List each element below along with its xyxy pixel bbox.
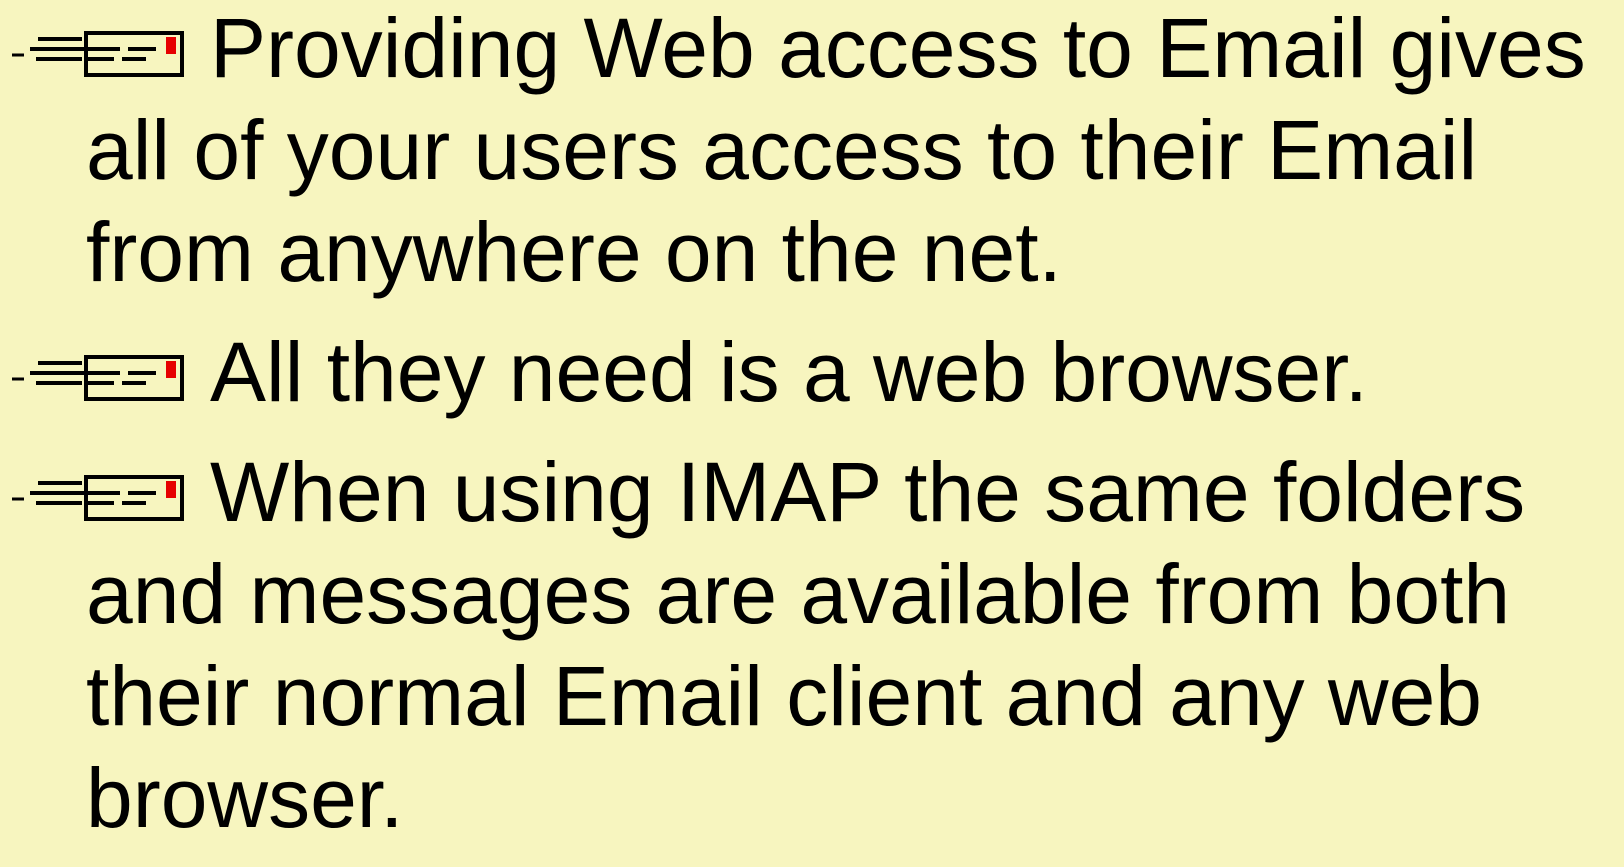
bullet-text: Providing Web access to Email gives all … (86, 1, 1586, 299)
bullet-item: Providing Web access to Email gives all … (0, 0, 1624, 303)
bullet-item: When using IMAP the same folders and mes… (0, 441, 1624, 849)
bullet-text: When using IMAP the same folders and mes… (86, 445, 1526, 845)
bullet-text: All they need is a web browser. (210, 325, 1368, 419)
email-envelope-icon (12, 475, 184, 521)
email-envelope-icon (12, 31, 184, 77)
slide: Providing Web access to Email gives all … (0, 0, 1624, 845)
email-envelope-icon (12, 355, 184, 401)
bullet-list: Providing Web access to Email gives all … (0, 0, 1624, 867)
bullet-item: All they need is a web browser. (0, 321, 1624, 423)
